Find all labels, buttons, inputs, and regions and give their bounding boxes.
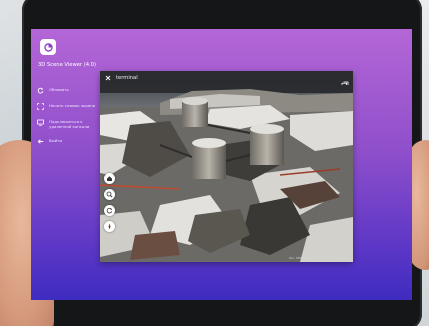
viewer-title: terminal [116, 75, 138, 81]
side-menu: Обновить Начать снимок экрана Подключить… [37, 87, 101, 154]
map-attribution: Esri, HERE, Garmin, FAO, NOAA, USGS | Es… [289, 257, 350, 260]
menu-item-label: Выйти [49, 138, 63, 144]
navigation-controls [104, 173, 116, 237]
expand-icon[interactable] [341, 74, 349, 89]
app-screen: 3D Scene Viewer (4.0) Обновить Начать сн… [31, 29, 412, 300]
menu-item-refresh[interactable]: Обновить [37, 87, 101, 94]
menu-item-label: Начать снимок экрана [49, 103, 96, 108]
viewer-header: terminal [100, 71, 353, 89]
refresh-icon [37, 87, 44, 94]
right-hand [409, 140, 429, 270]
logout-icon [37, 138, 44, 145]
menu-item-label: Подключиться к удаленной консоли [49, 119, 90, 130]
app-title: 3D Scene Viewer (4.0) [38, 62, 96, 68]
home-icon[interactable] [104, 173, 115, 184]
close-icon[interactable] [102, 71, 114, 85]
monitor-icon [37, 119, 44, 126]
menu-item-remote-console[interactable]: Подключиться к удаленной консоли [37, 119, 101, 129]
scene-viewer-window: terminal Esri, HERE, Garmin, FAO, NOAA, … [100, 71, 353, 262]
rotate-icon[interactable] [104, 205, 115, 216]
menu-item-label: Обновить [49, 87, 69, 92]
app-logo-icon [40, 39, 56, 55]
menu-item-logout[interactable]: Выйти [37, 138, 101, 145]
zoom-icon[interactable] [104, 189, 115, 200]
screenshot-icon [37, 103, 44, 110]
menu-item-screenshot[interactable]: Начать снимок экрана [37, 103, 101, 110]
3d-scene-view[interactable] [100, 85, 353, 262]
compass-icon[interactable] [104, 221, 115, 232]
